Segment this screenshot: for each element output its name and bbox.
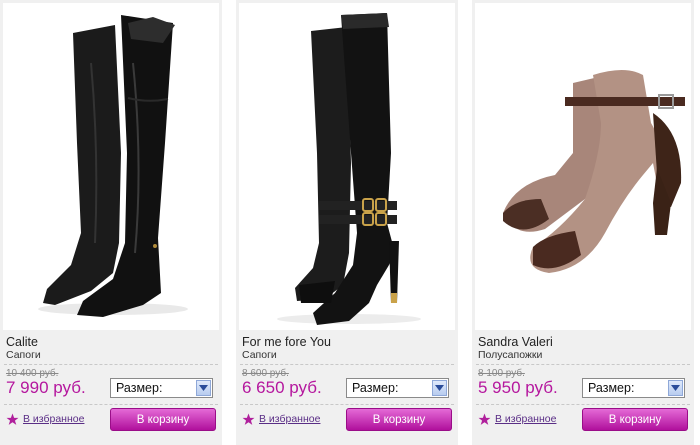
product-category: Полусапожки xyxy=(478,349,543,361)
size-select[interactable]: Размер: xyxy=(582,378,685,398)
chevron-down-icon[interactable] xyxy=(196,380,211,396)
divider xyxy=(240,364,454,365)
current-price: 5 950 руб. xyxy=(478,378,558,397)
product-grid: Calite Сапоги 10 400 руб. 7 990 руб. Раз… xyxy=(0,0,700,445)
add-to-favorites-link[interactable]: В избранное xyxy=(478,411,556,427)
product-brand[interactable]: Sandra Valeri xyxy=(478,335,553,349)
chevron-down-icon[interactable] xyxy=(432,380,447,396)
add-to-favorites-link[interactable]: В избранное xyxy=(242,411,320,427)
product-image[interactable] xyxy=(239,3,455,330)
product-category: Сапоги xyxy=(6,349,41,361)
platform-heel-boots-image xyxy=(277,13,421,325)
divider xyxy=(4,404,218,405)
add-to-cart-button[interactable]: В корзину xyxy=(110,408,216,431)
divider xyxy=(240,404,454,405)
favorites-label: В избранное xyxy=(495,413,557,425)
size-select-label: Размер: xyxy=(352,381,399,395)
favorites-label: В избранное xyxy=(259,413,321,425)
size-select-label: Размер: xyxy=(116,381,163,395)
product-image[interactable] xyxy=(3,3,219,330)
product-card: Calite Сапоги 10 400 руб. 7 990 руб. Раз… xyxy=(0,0,222,445)
divider xyxy=(4,364,218,365)
divider xyxy=(476,364,690,365)
star-icon xyxy=(6,413,19,425)
add-to-cart-button[interactable]: В корзину xyxy=(582,408,688,431)
product-brand[interactable]: For me fore You xyxy=(242,335,331,349)
current-price: 7 990 руб. xyxy=(6,378,86,397)
product-brand[interactable]: Calite xyxy=(6,335,38,349)
current-price: 6 650 руб. xyxy=(242,378,322,397)
size-select-label: Размер: xyxy=(588,381,635,395)
star-icon xyxy=(242,413,255,425)
product-card: For me fore You Сапоги 8 600 руб. 6 650 … xyxy=(236,0,458,445)
size-select[interactable]: Размер: xyxy=(110,378,213,398)
tall-black-boots-image xyxy=(38,15,188,317)
add-to-cart-button[interactable]: В корзину xyxy=(346,408,452,431)
size-select[interactable]: Размер: xyxy=(346,378,449,398)
product-image[interactable] xyxy=(475,3,691,330)
product-category: Сапоги xyxy=(242,349,277,361)
add-to-favorites-link[interactable]: В избранное xyxy=(6,411,84,427)
divider xyxy=(476,404,690,405)
star-icon xyxy=(478,413,491,425)
product-card: Sandra Valeri Полусапожки 8 100 руб. 5 9… xyxy=(472,0,694,445)
ankle-boots-image xyxy=(503,70,685,273)
favorites-label: В избранное xyxy=(23,413,85,425)
chevron-down-icon[interactable] xyxy=(668,380,683,396)
